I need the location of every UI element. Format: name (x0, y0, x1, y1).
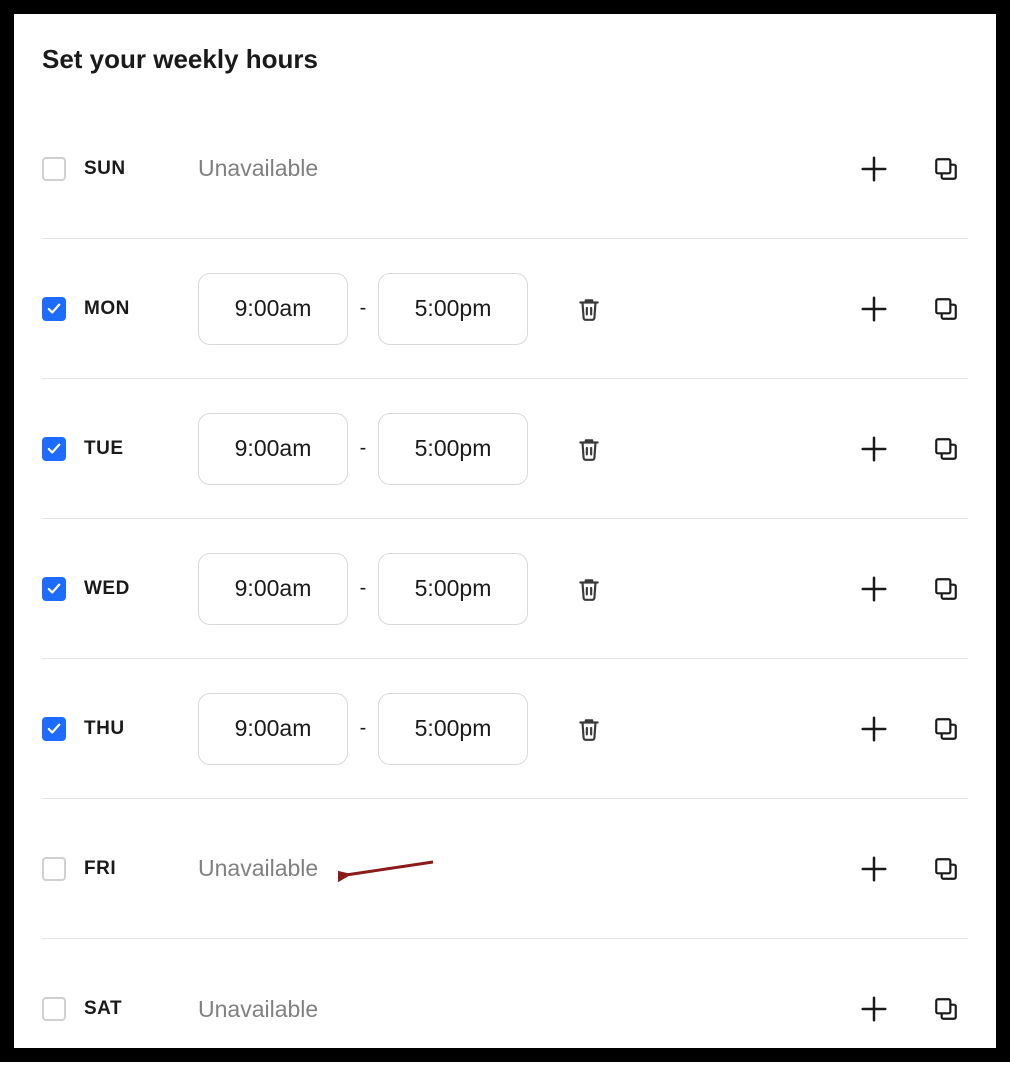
start-time-input-mon[interactable] (198, 273, 348, 345)
copy-button-mon[interactable] (930, 293, 962, 325)
copy-button-thu[interactable] (930, 713, 962, 745)
annotation-arrow-icon (338, 857, 438, 887)
delete-interval-button-thu[interactable] (574, 714, 604, 744)
day-checkbox-sat[interactable] (42, 997, 66, 1021)
add-interval-button-tue[interactable] (858, 433, 890, 465)
add-interval-button-mon[interactable] (858, 293, 890, 325)
start-time-input-tue[interactable] (198, 413, 348, 485)
day-checkbox-fri[interactable] (42, 857, 66, 881)
add-interval-button-fri[interactable] (858, 853, 890, 885)
day-label-sat: SAT (84, 998, 172, 1020)
end-time-input-mon[interactable] (378, 273, 528, 345)
start-time-input-wed[interactable] (198, 553, 348, 625)
delete-interval-button-tue[interactable] (574, 434, 604, 464)
start-time-input-thu[interactable] (198, 693, 348, 765)
day-checkbox-tue[interactable] (42, 437, 66, 461)
day-label-thu: THU (84, 718, 172, 740)
page-title: Set your weekly hours (42, 44, 968, 75)
day-checkbox-thu[interactable] (42, 717, 66, 741)
day-checkbox-wed[interactable] (42, 577, 66, 601)
copy-button-wed[interactable] (930, 573, 962, 605)
unavailable-text-sat: Unavailable (198, 996, 318, 1023)
copy-button-sun[interactable] (930, 153, 962, 185)
day-row-thu: THU - (42, 659, 968, 799)
day-label-tue: TUE (84, 438, 172, 460)
delete-interval-button-wed[interactable] (574, 574, 604, 604)
time-separator: - (348, 297, 378, 320)
day-row-fri: FRI Unavailable (42, 799, 968, 939)
copy-button-sat[interactable] (930, 993, 962, 1025)
day-row-sat: SAT Unavailable (42, 939, 968, 1079)
day-label-sun: SUN (84, 158, 172, 180)
day-label-wed: WED (84, 578, 172, 600)
time-separator: - (348, 717, 378, 740)
delete-interval-button-mon[interactable] (574, 294, 604, 324)
add-interval-button-sun[interactable] (858, 153, 890, 185)
copy-button-tue[interactable] (930, 433, 962, 465)
day-label-mon: MON (84, 298, 172, 320)
copy-button-fri[interactable] (930, 853, 962, 885)
day-row-sun: SUN Unavailable (42, 99, 968, 239)
add-interval-button-thu[interactable] (858, 713, 890, 745)
day-checkbox-sun[interactable] (42, 157, 66, 181)
day-row-tue: TUE - (42, 379, 968, 519)
end-time-input-wed[interactable] (378, 553, 528, 625)
time-separator: - (348, 577, 378, 600)
time-separator: - (348, 437, 378, 460)
unavailable-text-fri: Unavailable (198, 855, 318, 882)
end-time-input-tue[interactable] (378, 413, 528, 485)
add-interval-button-sat[interactable] (858, 993, 890, 1025)
day-row-mon: MON - (42, 239, 968, 379)
day-checkbox-mon[interactable] (42, 297, 66, 321)
day-label-fri: FRI (84, 858, 172, 880)
unavailable-text-sun: Unavailable (198, 155, 318, 182)
add-interval-button-wed[interactable] (858, 573, 890, 605)
end-time-input-thu[interactable] (378, 693, 528, 765)
day-row-wed: WED - (42, 519, 968, 659)
